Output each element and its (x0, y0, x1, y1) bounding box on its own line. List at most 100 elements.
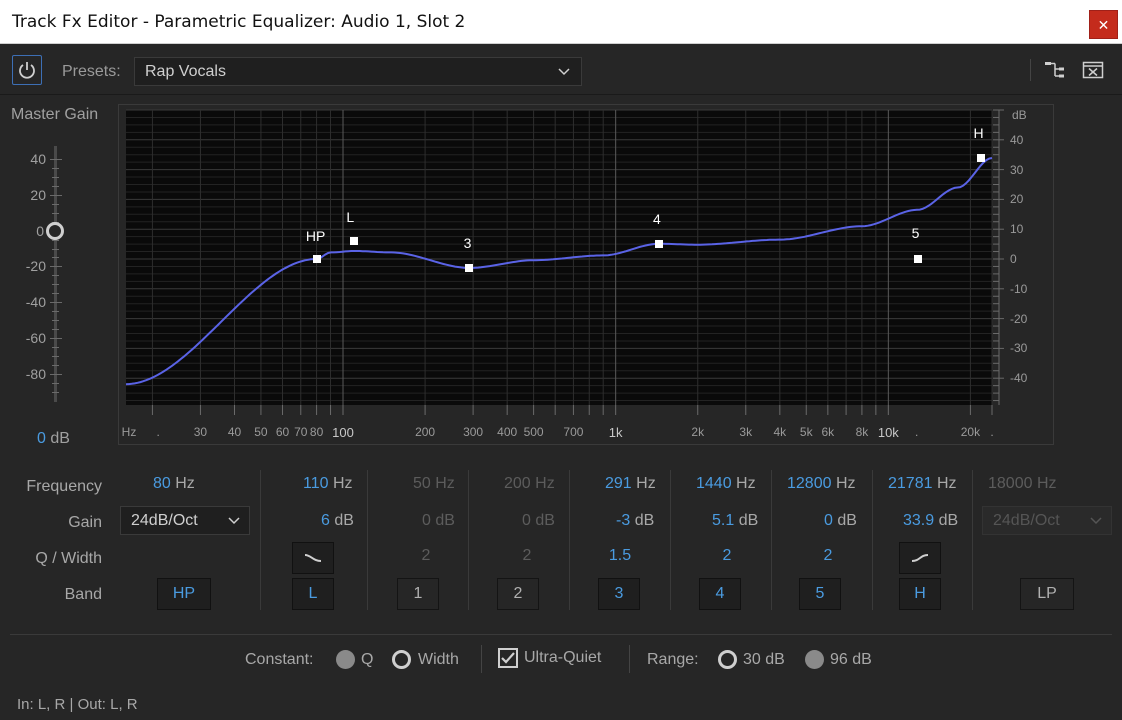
low-shelf-shape-button[interactable] (292, 542, 334, 574)
ultra-quiet-label: Ultra-Quiet (524, 649, 602, 666)
band5-gain[interactable]: 0 dB (824, 512, 857, 530)
band5-gain-value: 0 (824, 512, 833, 529)
band2-frequency-unit: Hz (535, 475, 555, 492)
range-30db-radio[interactable] (718, 650, 737, 669)
band2-frequency-value: 200 (504, 475, 531, 492)
band-hp-button[interactable]: HP (157, 578, 211, 610)
x-axis-label: . (156, 425, 160, 439)
y-axis-label: -10 (1010, 281, 1028, 296)
band3-gain-unit: dB (634, 512, 655, 529)
footer-divider (10, 634, 1112, 635)
range-96db-label: 96 dB (830, 651, 872, 668)
range-96db-radio[interactable] (805, 650, 824, 669)
band4-q[interactable]: 2 (723, 547, 732, 565)
column-separator (972, 470, 973, 610)
h-frequency[interactable]: 21781 Hz (888, 475, 957, 493)
band4-frequency-unit: Hz (736, 475, 756, 492)
band2-frequency[interactable]: 200 Hz (504, 475, 555, 493)
band5-gain-unit: dB (837, 512, 857, 529)
band-lp-button[interactable]: LP (1020, 578, 1074, 610)
band2-gain[interactable]: 0 dB (522, 512, 555, 530)
y-axis-label: -30 (1010, 341, 1028, 356)
band-marker-4[interactable] (654, 239, 663, 248)
constant-width-radio[interactable] (392, 650, 411, 669)
x-axis-label: . (914, 425, 919, 439)
band-marker-3[interactable] (465, 263, 474, 272)
y-axis-label: -40 (1010, 371, 1028, 386)
lp-frequency[interactable]: 18000 Hz (988, 475, 1057, 493)
x-axis-label: 8k (855, 425, 869, 439)
band-4-button[interactable]: 4 (699, 578, 741, 610)
band4-gain-unit: dB (738, 512, 759, 529)
h-gain-value: 33.9 (903, 512, 935, 529)
footer-separator (481, 645, 482, 673)
band3-frequency-unit: Hz (636, 475, 656, 492)
column-separator (771, 470, 772, 610)
band-5-button[interactable]: 5 (799, 578, 841, 610)
high-shelf-shape-button[interactable] (899, 542, 941, 574)
hp-slope-dropdown[interactable]: 24dB/Oct (120, 506, 250, 535)
band5-frequency-value: 12800 (787, 475, 832, 492)
band-marker-label: H (973, 124, 984, 141)
band2-q[interactable]: 2 (523, 547, 532, 565)
band5-frequency[interactable]: 12800 Hz (787, 475, 856, 493)
high-shelf-icon (911, 554, 929, 562)
lp-frequency-unit: Hz (1036, 475, 1057, 492)
chevron-down-icon (228, 517, 240, 525)
band1-gain[interactable]: 0 dB (422, 512, 455, 530)
band3-frequency[interactable]: 291 Hz (605, 475, 656, 493)
band-marker-5[interactable] (913, 255, 922, 263)
band-marker-h[interactable] (976, 153, 985, 162)
band3-frequency-value: 291 (605, 475, 632, 492)
l-frequency[interactable]: 110 Hz (303, 475, 353, 493)
band1-gain-unit: dB (435, 512, 455, 529)
band-2-button[interactable]: 2 (497, 578, 539, 610)
column-separator (367, 470, 368, 610)
l-gain-value: 6 (321, 512, 330, 529)
band-l-button[interactable]: L (292, 578, 334, 610)
x-axis-label: 5k (799, 425, 813, 439)
x-axis-label: 50 (254, 425, 268, 439)
band4-frequency-value: 1440 (696, 475, 732, 492)
band-h-button[interactable]: H (899, 578, 941, 610)
frequency-row-label: Frequency (26, 478, 102, 495)
range-30db-label: 30 dB (743, 651, 785, 668)
column-separator (670, 470, 671, 610)
band1-q[interactable]: 2 (422, 547, 431, 565)
band-marker-label: 4 (652, 210, 661, 227)
eq-graph[interactable] (0, 0, 1122, 720)
band-3-button[interactable]: 3 (598, 578, 640, 610)
constant-q-radio[interactable] (336, 650, 355, 669)
y-axis-unit: dB (1012, 108, 1027, 122)
band1-frequency[interactable]: 50 Hz (413, 475, 455, 493)
band3-gain[interactable]: -3 dB (616, 512, 654, 530)
h-gain[interactable]: 33.9 dB (903, 512, 958, 530)
l-frequency-unit: Hz (332, 475, 353, 492)
band-marker-hp[interactable] (312, 255, 321, 263)
gain-row-label: Gain (68, 514, 102, 531)
checkmark-icon (501, 652, 515, 664)
band3-q[interactable]: 1.5 (609, 547, 631, 565)
lp-slope-value: 24dB/Oct (993, 512, 1060, 529)
band-marker-l[interactable] (350, 237, 359, 246)
column-separator (872, 470, 873, 610)
band4-gain-value: 5.1 (712, 512, 735, 529)
y-axis-label: 40 (1010, 132, 1024, 147)
l-gain[interactable]: 6 dB (321, 512, 354, 530)
ultra-quiet-checkbox[interactable] (498, 648, 518, 668)
constant-q-label: Q (361, 651, 374, 668)
band3-gain-value: -3 (616, 512, 631, 529)
band-marker-label: 5 (911, 225, 920, 241)
x-axis-label: 400 (497, 425, 518, 439)
y-axis-label: 20 (1010, 192, 1024, 207)
band-1-button[interactable]: 1 (397, 578, 439, 610)
band4-gain[interactable]: 5.1 dB (712, 512, 758, 530)
chevron-down-icon (1090, 517, 1102, 525)
band5-q[interactable]: 2 (824, 547, 833, 565)
h-frequency-value: 21781 (888, 475, 933, 492)
band4-frequency[interactable]: 1440 Hz (696, 475, 756, 493)
q-width-row-label: Q / Width (35, 550, 102, 567)
hp-frequency[interactable]: 80 Hz (153, 475, 195, 493)
io-status: In: L, R | Out: L, R (17, 696, 138, 713)
lp-slope-dropdown[interactable]: 24dB/Oct (982, 506, 1112, 535)
